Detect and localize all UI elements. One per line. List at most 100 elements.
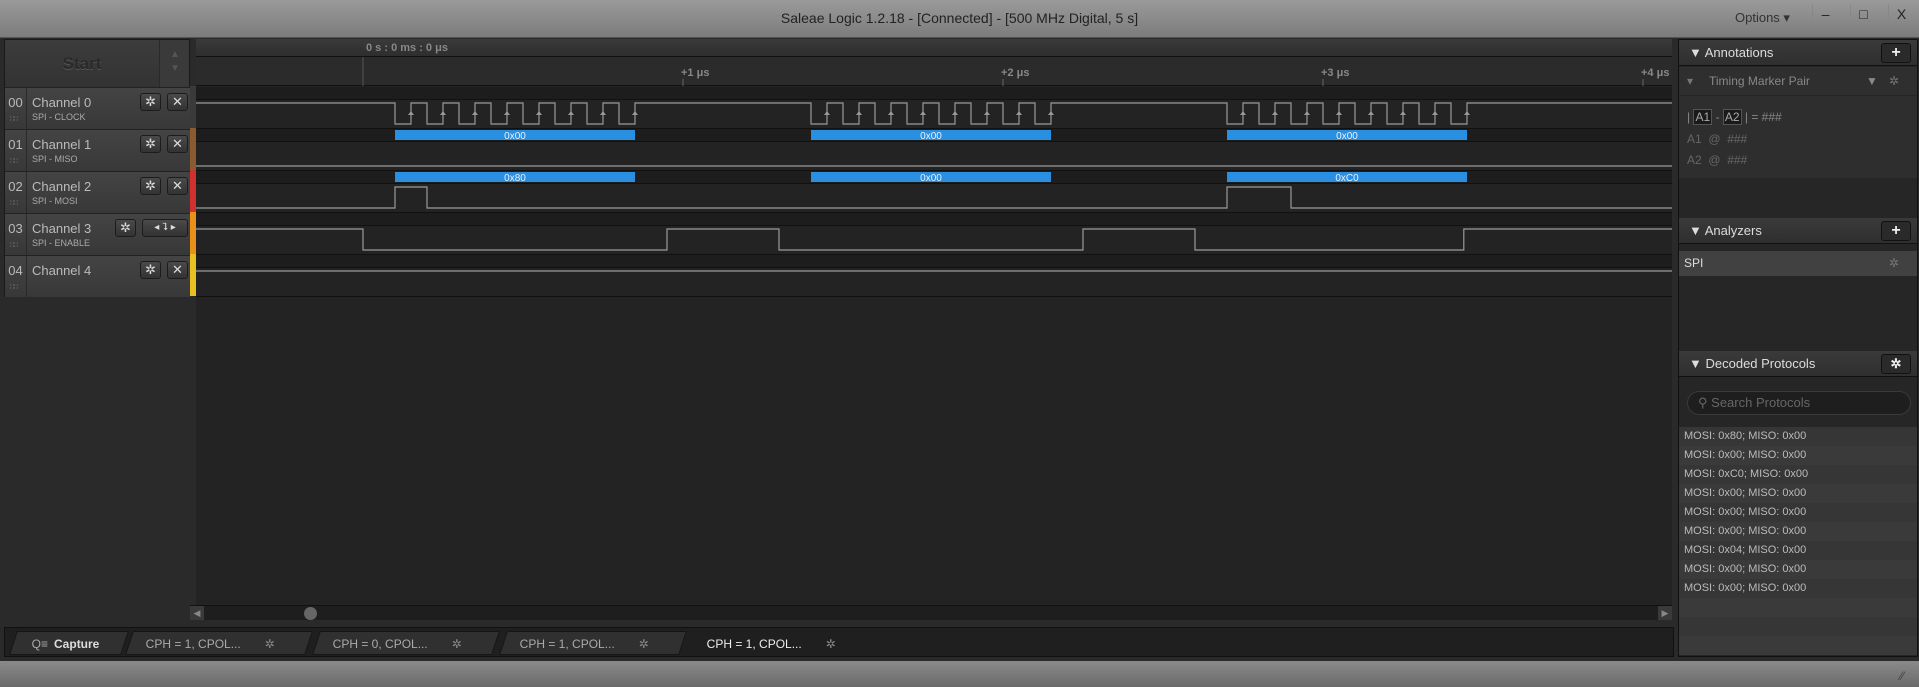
- channel-settings-button[interactable]: ✲: [140, 135, 161, 153]
- trigger-selector[interactable]: ◂ ⮧ ▸: [142, 219, 188, 237]
- channel-settings-button[interactable]: ✲: [140, 93, 161, 111]
- start-button[interactable]: Start: [5, 40, 160, 87]
- rising-edge-arrow-icon: [504, 111, 510, 115]
- decoded-protocol-row[interactable]: MOSI: 0x00; MISO: 0x00: [1679, 503, 1917, 522]
- gear-icon[interactable]: ✲: [1889, 67, 1899, 95]
- analyzers-header[interactable]: ▼ Analyzers +: [1679, 218, 1917, 244]
- remove-channel-button[interactable]: ✕: [167, 135, 188, 153]
- decoded-protocol-row: [1679, 598, 1917, 617]
- time-tick-label: +3 μs: [1321, 67, 1349, 79]
- analysis-tab[interactable]: Q≡ Capture: [9, 631, 129, 655]
- decoded-protocol-row[interactable]: MOSI: 0x00; MISO: 0x00: [1679, 446, 1917, 465]
- remove-channel-button[interactable]: ✕: [167, 261, 188, 279]
- rising-edge-arrow-icon: [600, 111, 606, 115]
- channel-row: 02 ∷∷ Channel 2 SPI - MOSI ✲ ✕: [5, 171, 190, 213]
- rising-edge-arrow-icon: [888, 111, 894, 115]
- decoded-protocol-row[interactable]: MOSI: 0x00; MISO: 0x00: [1679, 579, 1917, 598]
- scroll-left-button[interactable]: ◀: [190, 606, 204, 620]
- gear-icon[interactable]: ✲: [826, 632, 836, 656]
- waveform-area[interactable]: 0 s : 0 ms : 0 μs +1 μs +2 μs +3 μs +4 μs 0x…: [196, 39, 1672, 605]
- analysis-tab[interactable]: CPH = 0, CPOL... ✲: [312, 631, 500, 655]
- options-menu[interactable]: Options ▾: [1735, 10, 1790, 26]
- rising-edge-arrow-icon: [1304, 111, 1310, 115]
- decoded-settings-button[interactable]: ✲: [1881, 354, 1911, 374]
- rising-edge-arrow-icon: [1048, 111, 1054, 115]
- miso-decoded-value: 0x00: [920, 131, 942, 142]
- gear-icon[interactable]: ✲: [265, 632, 275, 656]
- close-button[interactable]: X: [1888, 4, 1914, 24]
- channel-name[interactable]: Channel 4: [32, 263, 91, 278]
- remove-channel-button[interactable]: ✕: [167, 93, 188, 111]
- channel-settings-button[interactable]: ✲: [140, 261, 161, 279]
- marker-type-label: Timing Marker Pair: [1709, 74, 1810, 88]
- time-tick-label: +4 μs: [1641, 67, 1669, 79]
- marker-dropdown-icon[interactable]: ▼: [1866, 67, 1878, 95]
- rising-edge-arrow-icon: [440, 111, 446, 115]
- timing-marker-row[interactable]: ▾ Timing Marker Pair ▼ ✲: [1679, 67, 1917, 95]
- decoded-protocol-row[interactable]: MOSI: 0xC0; MISO: 0x00: [1679, 465, 1917, 484]
- horizontal-scrollbar[interactable]: ◀ ▶: [190, 605, 1672, 620]
- up-arrow-icon[interactable]: ▲: [160, 48, 190, 62]
- annotation-values: | A1 - A2 | = ### A1 @ ### A2 @ ###: [1679, 96, 1917, 178]
- drag-handle-icon[interactable]: ∷∷: [10, 283, 18, 291]
- rising-edge-arrow-icon: [536, 111, 542, 115]
- window-title: Saleae Logic 1.2.18 - [Connected] - [500…: [780, 10, 1139, 26]
- time-tick-label: +2 μs: [1001, 67, 1029, 79]
- protocol-lane: [196, 255, 1672, 267]
- gear-icon[interactable]: ✲: [1889, 251, 1899, 276]
- annotations-header[interactable]: ▼ Annotations +: [1679, 40, 1917, 66]
- search-icon: ⚲: [1698, 395, 1708, 410]
- decoded-protocol-row[interactable]: MOSI: 0x04; MISO: 0x00: [1679, 541, 1917, 560]
- tab-label: CPH = 1, CPOL... ✲: [130, 632, 275, 656]
- down-arrow-icon[interactable]: ▼: [160, 62, 190, 76]
- analysis-tab[interactable]: CPH = 1, CPOL... ✲: [125, 631, 313, 655]
- decoded-protocol-row[interactable]: MOSI: 0x00; MISO: 0x00: [1679, 560, 1917, 579]
- channel-0-waveform: [196, 102, 1672, 125]
- search-protocols-input[interactable]: ⚲ Search Protocols: [1687, 391, 1911, 415]
- channel-3-waveform: [196, 228, 1672, 251]
- channel-name[interactable]: Channel 3: [32, 221, 91, 236]
- add-analyzer-button[interactable]: +: [1881, 221, 1911, 241]
- time-tick-label: +1 μs: [681, 67, 709, 79]
- decoded-protocols-header[interactable]: ▼ Decoded Protocols ✲: [1679, 351, 1917, 377]
- decoded-protocol-row[interactable]: MOSI: 0x00; MISO: 0x00: [1679, 522, 1917, 541]
- remove-channel-button[interactable]: ✕: [167, 177, 188, 195]
- drag-handle-icon[interactable]: ∷∷: [10, 241, 18, 249]
- channel-name[interactable]: Channel 2: [32, 179, 91, 194]
- gear-icon[interactable]: ✲: [452, 632, 462, 656]
- channel-row: 00 ∷∷ Channel 0 SPI - CLOCK ✲ ✕: [5, 87, 190, 129]
- drag-handle-icon[interactable]: ∷∷: [10, 157, 18, 165]
- channel-row: 04 ∷∷ Channel 4 ✲ ✕: [5, 255, 190, 297]
- add-annotation-button[interactable]: +: [1881, 43, 1911, 63]
- right-sidebar: ▼ Annotations + ▾ Timing Marker Pair ▼ ✲…: [1678, 39, 1918, 657]
- start-options-spinner[interactable]: ▲ ▼: [160, 40, 190, 87]
- decoded-protocol-row[interactable]: MOSI: 0x00; MISO: 0x00: [1679, 484, 1917, 503]
- channel-label: SPI - MOSI: [32, 196, 78, 206]
- analyzers-title: Analyzers: [1704, 223, 1762, 238]
- scroll-thumb[interactable]: [304, 607, 317, 620]
- analysis-tab[interactable]: CPH = 1, CPOL... ✲: [499, 631, 687, 655]
- channel-settings-button[interactable]: ✲: [115, 219, 136, 237]
- title-bar: Saleae Logic 1.2.18 - [Connected] - [500…: [0, 0, 1919, 38]
- analysis-tab[interactable]: CPH = 1, CPOL... ✲: [686, 631, 874, 655]
- a1-marker-chip[interactable]: A1: [1693, 109, 1713, 125]
- waveform-canvas: +1 μs +2 μs +3 μs +4 μs 0x00 0x00 0x00 0x80 0x00…: [196, 57, 1672, 297]
- decoded-protocol-row[interactable]: MOSI: 0x80; MISO: 0x00: [1679, 427, 1917, 446]
- drag-handle-icon[interactable]: ∷∷: [10, 199, 18, 207]
- channel-settings-button[interactable]: ✲: [140, 177, 161, 195]
- scroll-right-button[interactable]: ▶: [1658, 606, 1672, 620]
- minimize-button[interactable]: –: [1812, 4, 1838, 24]
- resize-grip-icon[interactable]: ⁄⁄: [1900, 669, 1904, 683]
- gear-icon[interactable]: ✲: [639, 632, 649, 656]
- channel-name[interactable]: Channel 1: [32, 137, 91, 152]
- drag-handle-icon[interactable]: ∷∷: [10, 115, 18, 123]
- rising-edge-arrow-icon: [472, 111, 478, 115]
- analyzer-item-spi[interactable]: SPI ✲: [1679, 251, 1917, 276]
- annotations-title: Annotations: [1704, 45, 1774, 60]
- rising-edge-arrow-icon: [1368, 111, 1374, 115]
- analysis-tab-bar: Q≡ Capture CPH = 1, CPOL... ✲ CPH = 0, CPOL.…: [4, 627, 1674, 657]
- maximize-button[interactable]: □: [1850, 4, 1876, 24]
- a2-marker-chip[interactable]: A2: [1722, 109, 1742, 125]
- channel-name[interactable]: Channel 0: [32, 95, 91, 110]
- rising-edge-arrow-icon: [1336, 111, 1342, 115]
